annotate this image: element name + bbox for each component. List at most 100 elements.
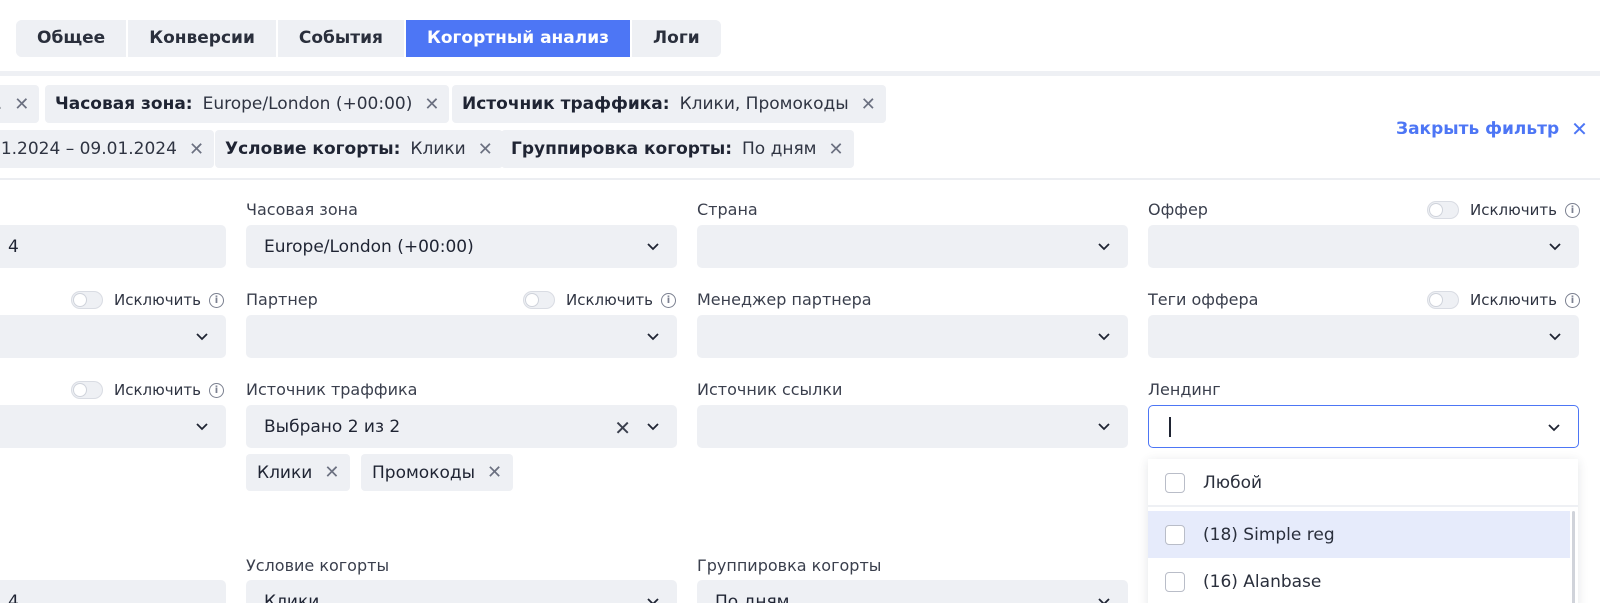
filter-chip-key: Часовая зона: (55, 94, 193, 114)
chevron-down-icon (1098, 423, 1110, 431)
close-icon[interactable]: ✕ (14, 94, 29, 115)
dropdown-option-simple-reg[interactable]: (18) Simple reg (1148, 511, 1570, 558)
link-source-select[interactable] (697, 405, 1128, 448)
tag-label: Клики (257, 462, 313, 483)
chevron-down-icon (1548, 424, 1560, 432)
filter-chip-value: Europe/London (+00:00) (202, 94, 413, 114)
checkbox[interactable] (1165, 571, 1185, 592)
offer-tags-select[interactable] (1148, 315, 1579, 358)
checkbox[interactable] (1165, 524, 1185, 545)
offer-tags-label: Теги оффера (1148, 290, 1259, 309)
exclude-toggle[interactable] (71, 291, 103, 309)
landing-label: Лендинг (1148, 380, 1221, 399)
offer-tags-exclude-toggle[interactable] (1427, 291, 1459, 309)
offer-select[interactable] (1148, 225, 1579, 268)
filter-chip-cohort-condition: Условие когорты: Клики ✕ (215, 130, 503, 168)
filter-chip-timezone: Часовая зона: Europe/London (+00:00) ✕ (45, 85, 450, 123)
filter-chip-key: Источник траффика: (462, 94, 670, 114)
cohort-condition-label: Условие когорты (246, 556, 390, 575)
chevron-down-icon (647, 423, 659, 431)
left-col-exclude-control-2: Исключить i (71, 381, 224, 399)
timezone-select[interactable]: Europe/London (+00:00) (246, 225, 677, 268)
checkbox[interactable] (1165, 472, 1185, 493)
close-icon[interactable]: ✕ (829, 139, 844, 160)
filter-chip-traffic-source: Источник траффика: Клики, Промокоды ✕ (452, 85, 886, 123)
country-select[interactable] (697, 225, 1128, 268)
landing-select[interactable] (1148, 405, 1579, 448)
left-col-low-select[interactable] (0, 405, 226, 448)
exclude-label: Исключить (1470, 291, 1557, 309)
option-label: (16) Alanbase (1203, 571, 1322, 592)
partner-exclude-toggle[interactable] (523, 291, 555, 309)
tabs-divider (0, 71, 1600, 76)
tab-conversions[interactable]: Конверсии (128, 20, 278, 57)
timezone-label: Часовая зона (246, 200, 358, 219)
filter-chip-value: Клики, Промокоды (679, 94, 849, 114)
left-col-bottom-select[interactable]: 4 (0, 580, 226, 603)
exclude-label: Исключить (114, 381, 201, 399)
close-icon[interactable]: ✕ (861, 94, 876, 115)
offer-exclude-control: Исключить i (1427, 201, 1580, 219)
clear-icon[interactable]: ✕ (614, 416, 631, 440)
close-icon[interactable]: ✕ (478, 139, 493, 160)
dropdown-option-any[interactable]: Любой (1148, 459, 1570, 506)
chevron-down-icon (196, 423, 208, 431)
partner-manager-select[interactable] (697, 315, 1128, 358)
filter-chip-partial-value: ... (0, 94, 2, 114)
chevron-down-icon (1098, 333, 1110, 341)
tab-cohort-analysis[interactable]: Когортный анализ (405, 20, 633, 57)
offer-exclude-toggle[interactable] (1427, 201, 1459, 219)
tab-events[interactable]: События (277, 20, 406, 57)
chevron-down-icon (647, 333, 659, 341)
close-icon[interactable]: ✕ (487, 462, 502, 483)
partner-exclude-control: Исключить i (523, 291, 676, 309)
close-filter-button[interactable]: Закрыть фильтр ✕ (1396, 117, 1588, 141)
exclude-toggle[interactable] (71, 381, 103, 399)
tab-logs[interactable]: Логи (632, 20, 721, 57)
chevron-down-icon (647, 243, 659, 251)
filter-chip-key: Группировка когорты: (511, 139, 732, 159)
info-icon[interactable]: i (208, 292, 224, 308)
chevron-down-icon (1549, 243, 1561, 251)
exclude-label: Исключить (566, 291, 653, 309)
filter-chip-partial: ... ✕ (0, 85, 40, 123)
left-col-mid-select[interactable] (0, 315, 226, 358)
filter-chip-date-range: 01.2024 – 09.01.2024 ✕ (0, 130, 215, 168)
tab-general[interactable]: Общее (16, 20, 129, 57)
info-icon[interactable]: i (660, 292, 676, 308)
filter-chip-value: Клики (410, 139, 466, 159)
select-value: Выбрано 2 из 2 (264, 416, 401, 437)
traffic-source-tag-promocodes: Промокоды ✕ (361, 454, 514, 491)
close-icon: ✕ (1571, 117, 1588, 141)
traffic-source-select[interactable]: Выбрано 2 из 2 ✕ (246, 405, 677, 448)
select-value: Europe/London (+00:00) (264, 236, 474, 257)
dropdown-divider (1148, 505, 1578, 507)
close-filter-label: Закрыть фильтр (1396, 119, 1560, 139)
cohort-grouping-label: Группировка когорты (697, 556, 882, 575)
close-icon[interactable]: ✕ (324, 462, 339, 483)
offer-label: Оффер (1148, 200, 1208, 219)
dropdown-option-alanbase[interactable]: (16) Alanbase (1148, 558, 1570, 603)
close-icon[interactable]: ✕ (424, 94, 439, 115)
link-source-label: Источник ссылки (697, 380, 843, 399)
dropdown-scrollbar[interactable] (1572, 511, 1575, 603)
partner-manager-label: Менеджер партнера (697, 290, 872, 309)
chevron-down-icon (1098, 598, 1110, 603)
partner-select[interactable] (246, 315, 677, 358)
option-label: Любой (1203, 472, 1263, 493)
cohort-grouping-select[interactable]: По дням (697, 580, 1128, 603)
chevron-down-icon (1098, 243, 1110, 251)
close-icon[interactable]: ✕ (189, 139, 204, 160)
left-col-top-select[interactable]: 4 (0, 225, 226, 268)
chevron-down-icon (1549, 333, 1561, 341)
select-value: По дням (715, 591, 790, 603)
select-value: 4 (8, 591, 19, 603)
info-icon[interactable]: i (1564, 202, 1580, 218)
left-col-exclude-control: Исключить i (71, 291, 224, 309)
cohort-condition-select[interactable]: Клики (246, 580, 677, 603)
info-icon[interactable]: i (208, 382, 224, 398)
select-value: 4 (8, 236, 19, 257)
info-icon[interactable]: i (1564, 292, 1580, 308)
chevron-down-icon (647, 598, 659, 603)
select-value: Клики (264, 591, 320, 603)
